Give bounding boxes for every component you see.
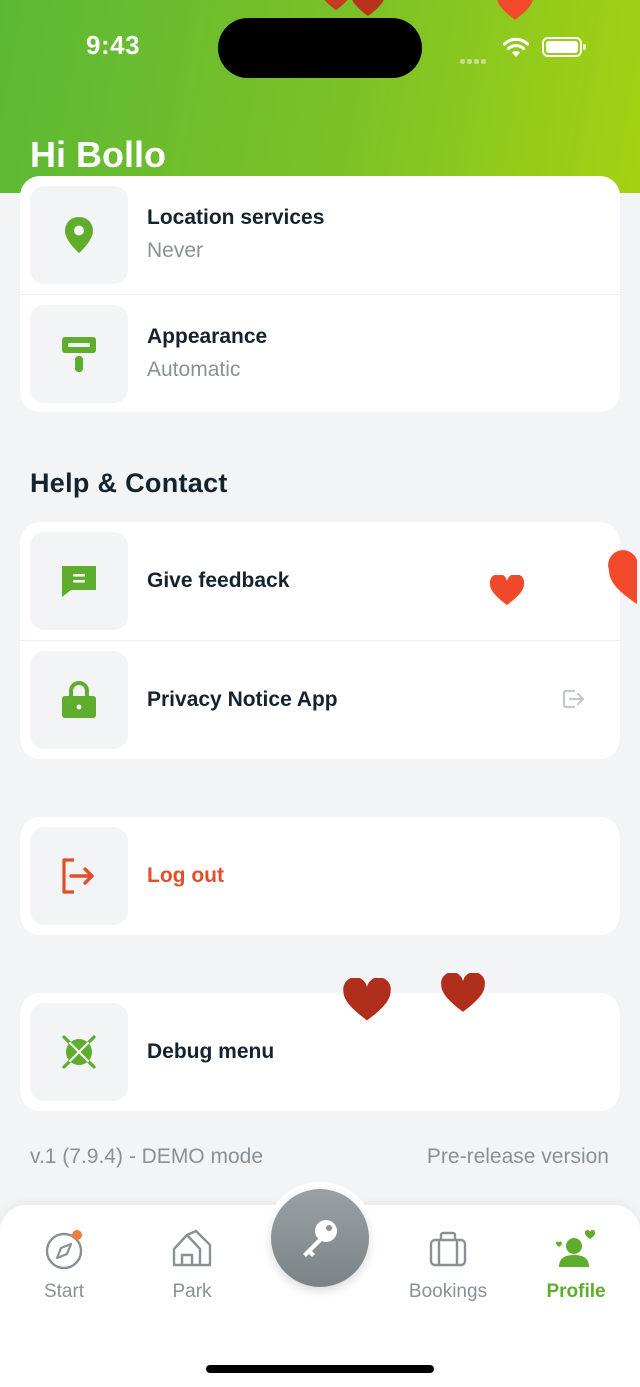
cellular-signal-icon — [460, 51, 488, 69]
paint-roller-icon — [30, 305, 128, 403]
appearance-row[interactable]: Appearance Automatic — [20, 294, 620, 412]
debug-bug-icon — [30, 1003, 128, 1101]
house-icon — [128, 1227, 256, 1271]
battery-icon — [542, 37, 586, 57]
privacy-notice-label: Privacy Notice App — [147, 688, 338, 711]
key-button[interactable] — [271, 1189, 369, 1287]
tab-park[interactable]: Park — [128, 1205, 256, 1325]
heart-icon — [489, 575, 525, 605]
home-indicator — [206, 1365, 434, 1373]
tab-start[interactable]: Start — [0, 1205, 128, 1325]
logout-card: Log out — [20, 817, 620, 935]
tab-bookings[interactable]: Bookings — [384, 1205, 512, 1325]
tab-park-label: Park — [172, 1281, 212, 1302]
help-contact-heading: Help & Contact — [30, 468, 228, 498]
compass-icon — [0, 1227, 128, 1271]
tab-profile[interactable]: Profile — [512, 1205, 640, 1325]
give-feedback-label: Give feedback — [147, 569, 290, 592]
give-feedback-row[interactable]: Give feedback — [20, 522, 620, 640]
chat-bubble-icon — [30, 532, 128, 630]
heart-icon — [608, 550, 637, 604]
status-time: 9:43 — [86, 30, 141, 60]
wifi-icon — [502, 37, 530, 57]
logout-label: Log out — [147, 864, 224, 887]
dynamic-island — [218, 18, 422, 78]
release-label: Pre-release version — [426, 1145, 609, 1168]
heart-icon — [441, 973, 485, 1012]
location-services-title: Location services — [147, 206, 325, 229]
logout-row[interactable]: Log out — [20, 817, 620, 935]
tab-bookings-label: Bookings — [408, 1281, 488, 1302]
debug-card: Debug menu — [20, 993, 620, 1111]
briefcase-icon — [384, 1227, 512, 1271]
appearance-value: Automatic — [147, 358, 241, 381]
greeting-title: Hi Bollo — [30, 134, 166, 175]
logout-arrow-icon — [30, 827, 128, 925]
tab-profile-label: Profile — [546, 1281, 606, 1302]
heart-icon — [352, 0, 384, 16]
location-services-row[interactable]: Location services Never — [20, 176, 620, 294]
heart-icon — [343, 978, 391, 1021]
app-version: v.1 (7.9.4) - DEMO mode — [30, 1145, 264, 1168]
lock-icon — [30, 651, 128, 749]
key-icon — [303, 1220, 337, 1257]
help-contact-card: Give feedback Privacy Notice App — [20, 522, 620, 759]
tab-start-label: Start — [43, 1281, 85, 1302]
location-services-value: Never — [147, 239, 204, 262]
appearance-title: Appearance — [147, 325, 268, 348]
privacy-notice-row[interactable]: Privacy Notice App — [20, 640, 620, 759]
heart-icon — [497, 0, 533, 20]
external-link-icon — [562, 689, 585, 709]
location-pin-icon — [30, 186, 128, 284]
app-header: 9:43 Hi Bollo — [0, 0, 640, 193]
debug-menu-row[interactable]: Debug menu — [20, 993, 620, 1111]
user-heart-icon — [512, 1227, 640, 1271]
settings-card: Location services Never Appearance Autom… — [20, 176, 620, 412]
debug-menu-label: Debug menu — [147, 1040, 275, 1063]
